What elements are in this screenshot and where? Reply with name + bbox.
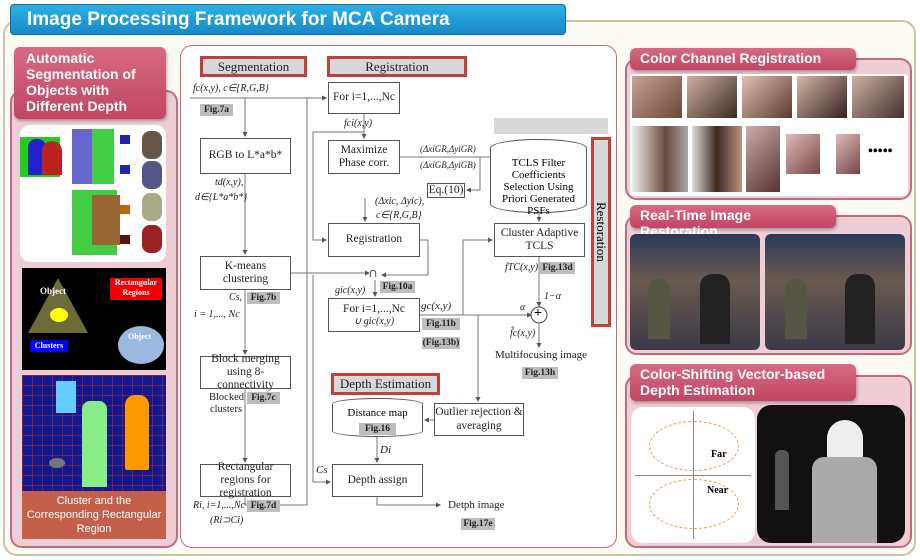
- eq10-box: Eq.(10): [427, 183, 465, 198]
- i-range-label: i = 1,..., Nc: [194, 309, 240, 320]
- depth-estimation-section-label: Depth Estimation: [331, 373, 440, 395]
- registration-section-label: Registration: [327, 56, 467, 77]
- clusters-label: Clusters: [30, 340, 68, 352]
- segmentation-example-image: [20, 125, 166, 262]
- restoration-after-image: [765, 234, 905, 350]
- restoration-section-label: Restoration: [591, 137, 611, 327]
- alpha-label: α: [520, 302, 526, 313]
- cs-label: Cs,: [229, 292, 243, 303]
- delta-gb-label: (ΔxiGB,ΔyiGB): [420, 160, 476, 170]
- fig-11b: Fig.11b: [422, 318, 460, 330]
- union-box-line-2: ∪ gic(x,y): [353, 315, 395, 327]
- gc-label: gc(x,y): [421, 300, 452, 312]
- fci-label: fci(x,y): [344, 118, 373, 129]
- restoration-header: Real-Time Image Restoration: [630, 205, 836, 239]
- block-merging-box: Block merging using 8-connectivity: [200, 353, 291, 391]
- fct-label: fTC(x,y): [505, 262, 539, 273]
- object-label: Object: [118, 326, 164, 364]
- segmentation-section-label: Segmentation: [200, 56, 307, 77]
- delta-c-label: (Δxic, Δyic),: [375, 196, 425, 207]
- fig-7b: Fig.7b: [247, 292, 280, 304]
- depth-assign-box: Depth assign: [332, 464, 423, 497]
- cluster-adaptive-tcls-box: Cluster Adaptive TCLS: [494, 223, 585, 257]
- one-minus-alpha: 1−α: [544, 291, 561, 302]
- segmentation-panel-header: Automatic Segmentation of Objects with D…: [14, 47, 166, 119]
- fig-10a: Fig.10a: [380, 281, 415, 293]
- c-set-label: c∈{R,G,B}: [376, 210, 422, 221]
- di-label: Di: [380, 444, 391, 456]
- rectangular-regions-label: Rectangular Regions: [110, 278, 162, 300]
- blocked-clusters-label: Blocked clusters: [209, 392, 244, 415]
- gci-label: gic(x,y): [335, 285, 366, 296]
- fig-13b: (Fig.13b): [422, 337, 460, 349]
- delta-gr-label: (ΔxiGR,ΔyiGR): [420, 144, 476, 154]
- color-registration-images: •••••: [630, 74, 908, 196]
- rectangular-regions-box: Rectangular regions for registration: [200, 461, 291, 499]
- registration-box: Registration: [328, 223, 420, 257]
- kmeans-box: K-means clustering: [200, 256, 291, 290]
- restoration-before-image: [630, 234, 760, 350]
- segmentation-grid-image: [22, 375, 166, 491]
- intersection-symbol: ∩: [368, 266, 379, 281]
- color-shift-vector-plot: Far Near: [631, 407, 755, 543]
- for-loop-box: For i=1,...,Nc: [328, 82, 400, 114]
- input-signal: fc(x,y), c∈{R,G,B}: [193, 83, 269, 94]
- fig-16: Fig.16: [359, 423, 396, 435]
- ri-label: Ri, i=1,...,Nc: [193, 500, 246, 511]
- depth-header: Color-Shifting Vector-based Depth Estima…: [630, 364, 856, 401]
- maximize-phase-box: Maximize Phase corr.: [328, 140, 400, 174]
- gray-bar: [494, 118, 608, 134]
- depth-map-image: [757, 405, 905, 543]
- multifocusing-image-label: Multifocusing image: [495, 349, 587, 361]
- caption: Cluster and the Corresponding Rectangula…: [22, 491, 166, 539]
- ri-superset-label: (Ri⊃Ci): [210, 515, 244, 526]
- page-title: Image Processing Framework for MCA Camer…: [10, 4, 566, 35]
- fig-17e: Fig.17e: [461, 518, 495, 530]
- union-box: For i=1,...,Nc ∪ gic(x,y): [328, 298, 420, 332]
- object-label: Object: [40, 286, 66, 296]
- depth-image-label: Detph image: [448, 499, 505, 511]
- outlier-rejection-box: Outlier rejection & averaging: [434, 403, 524, 436]
- fig-7d: Fig.7d: [247, 500, 280, 512]
- union-box-line-1: For i=1,...,Nc: [342, 302, 406, 315]
- tcls-database: TCLS Filter Coefficients Selection Using…: [490, 139, 587, 217]
- rgb-to-lab-box: RGB to L*a*b*: [200, 138, 291, 174]
- far-label: Far: [711, 449, 727, 460]
- fig-13h: Fig.13h: [522, 367, 558, 379]
- d-set-label: d∈{L*a*b*}: [195, 192, 248, 203]
- fig-7a: Fig.7a: [200, 104, 233, 116]
- fig-7c: Fig.7c: [247, 392, 280, 404]
- fig-13d: Fig.13d: [540, 262, 575, 274]
- cs2-label: Cs: [316, 464, 328, 476]
- color-registration-header: Color Channel Registration: [630, 48, 856, 70]
- sum-node: +: [534, 306, 542, 321]
- cluster-region-diagram: Object Rectangular Regions Clusters Obje…: [22, 268, 166, 370]
- fhat-label: f̂c(x,y): [510, 328, 536, 339]
- near-label: Near: [707, 485, 729, 496]
- td-label: td(x,y),: [215, 177, 244, 188]
